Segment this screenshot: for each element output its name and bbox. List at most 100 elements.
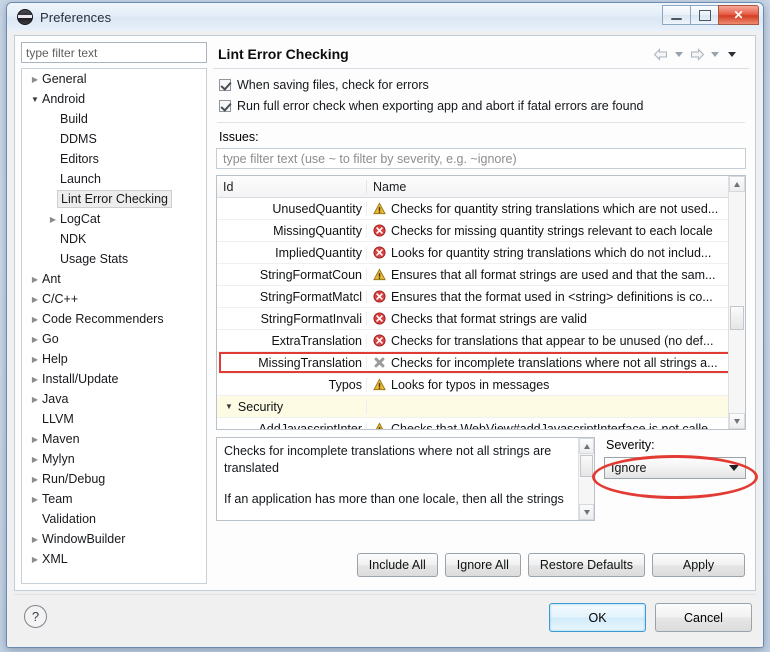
scroll-up-button[interactable] [729,176,745,192]
minimize-button[interactable] [662,5,691,25]
sidebar-item-c-c[interactable]: ▶ C/C++ [22,289,206,309]
chevron-right-icon[interactable]: ▶ [28,335,42,344]
description-scrollbar[interactable] [578,438,594,520]
maximize-button[interactable] [690,5,719,25]
chevron-right-icon[interactable]: ▶ [46,215,60,224]
sidebar-item-go[interactable]: ▶ Go [22,329,206,349]
table-row[interactable]: MissingTranslation Checks for incomplete … [217,352,745,374]
checkbox-save-label: When saving files, check for errors [237,77,429,92]
description-scrollbar-thumb[interactable] [580,455,593,477]
table-row[interactable]: StringFormatInvali Checks that format str… [217,308,745,330]
sidebar-item-team[interactable]: ▶ Team [22,489,206,509]
sidebar-item-validation[interactable]: Validation [22,509,206,529]
issue-id: StringFormatCoun [259,267,362,282]
table-row[interactable]: ExtraTranslation Checks for translations … [217,330,745,352]
sidebar-filter-input[interactable]: type filter text [21,42,207,63]
checkbox-row-save[interactable]: When saving files, check for errors [213,74,749,95]
apply-button[interactable]: Apply [652,553,745,577]
severity-value: Ignore [611,461,647,475]
preferences-icon [17,9,33,25]
chevron-right-icon[interactable]: ▶ [28,395,42,404]
chevron-right-icon[interactable]: ▶ [28,535,42,544]
forward-arrow-icon[interactable] [689,47,705,61]
issues-filter-input[interactable]: type filter text (use ~ to filter by sev… [216,148,746,169]
view-menu-icon[interactable] [728,51,736,57]
table-row[interactable]: StringFormatCoun Ensures that all format … [217,264,745,286]
sidebar-item-ddms[interactable]: DDMS [22,129,206,149]
chevron-right-icon[interactable]: ▶ [28,495,42,504]
table-row[interactable]: StringFormatMatcl Ensures that the format… [217,286,745,308]
cancel-button[interactable]: Cancel [655,603,752,632]
issue-id: MissingTranslation [258,355,362,370]
chevron-right-icon[interactable]: ▶ [28,375,42,384]
sidebar-item-editors[interactable]: Editors [22,149,206,169]
chevron-right-icon[interactable]: ▶ [28,315,42,324]
table-row[interactable]: AddJavascriptInter Checks that WebView#ad… [217,418,745,430]
issues-table[interactable]: Id Name UnusedQuantity Checks for quantit… [216,175,746,430]
chevron-right-icon[interactable]: ▶ [28,435,42,444]
chevron-down-icon[interactable]: ▼ [28,95,42,104]
sidebar-item-label: DDMS [60,132,97,146]
table-row[interactable]: UnusedQuantity Checks for quantity string… [217,198,745,220]
ok-button[interactable]: OK [549,603,646,632]
table-header: Id Name [217,176,745,198]
sidebar-item-windowbuilder[interactable]: ▶ WindowBuilder [22,529,206,549]
sidebar-item-build[interactable]: Build [22,109,206,129]
forward-dropdown-caret-icon[interactable] [711,51,719,57]
chevron-right-icon[interactable]: ▶ [28,355,42,364]
sidebar-item-mylyn[interactable]: ▶ Mylyn [22,449,206,469]
sidebar-item-ndk[interactable]: NDK [22,229,206,249]
table-row[interactable]: MissingQuantity Checks for missing quanti… [217,220,745,242]
table-row[interactable]: Typos Looks for typos in messages [217,374,745,396]
chevron-right-icon[interactable]: ▶ [28,75,42,84]
chevron-right-icon[interactable]: ▶ [28,475,42,484]
column-header-id[interactable]: Id [217,179,367,194]
sidebar-item-run-debug[interactable]: ▶ Run/Debug [22,469,206,489]
checkbox-save-check-icon[interactable] [219,78,231,91]
issue-name: Checks that format strings are valid [391,311,587,326]
issue-name: Checks that WebView#addJavascriptInterfa… [391,421,719,430]
chevron-right-icon[interactable]: ▶ [28,455,42,464]
sidebar-item-label: Build [60,112,88,126]
sidebar-item-android[interactable]: ▼ Android [22,89,206,109]
checkbox-export-label: Run full error check when exporting app … [237,98,644,113]
chevron-right-icon[interactable]: ▶ [28,555,42,564]
ignore-all-button[interactable]: Ignore All [444,553,521,577]
sidebar-item-usage-stats[interactable]: Usage Stats [22,249,206,269]
panel-header: Lint Error Checking [213,40,749,69]
chevron-right-icon[interactable]: ▶ [28,275,42,284]
sidebar-item-ant[interactable]: ▶ Ant [22,269,206,289]
column-header-name[interactable]: Name [367,180,745,194]
sidebar-item-install-update[interactable]: ▶ Install/Update [22,369,206,389]
sidebar-item-help[interactable]: ▶ Help [22,349,206,369]
checkbox-row-export[interactable]: Run full error check when exporting app … [213,95,749,116]
sidebar-item-code-recommenders[interactable]: ▶ Code Recommenders [22,309,206,329]
chevron-right-icon[interactable]: ▶ [28,295,42,304]
warning-icon [373,378,386,391]
back-dropdown-caret-icon[interactable] [675,51,683,57]
sidebar-item-java[interactable]: ▶ Java [22,389,206,409]
severity-dropdown[interactable]: Ignore [604,457,746,479]
checkbox-export-check-icon[interactable] [219,99,231,112]
table-row[interactable]: ImpliedQuantity Looks for quantity string… [217,242,745,264]
table-scrollbar[interactable] [728,176,745,429]
sidebar-item-logcat[interactable]: ▶ LogCat [22,209,206,229]
table-category-row[interactable]: ▼ Security [217,396,745,418]
scrollbar-thumb[interactable] [730,306,744,330]
include-all-button[interactable]: Include All [356,553,438,577]
scroll-down-button[interactable] [729,413,745,429]
chevron-down-icon[interactable]: ▼ [225,402,233,411]
sidebar-item-llvm[interactable]: LLVM [22,409,206,429]
description-scroll-up-button[interactable] [579,438,594,454]
sidebar-item-general[interactable]: ▶ General [22,69,206,89]
sidebar-item-maven[interactable]: ▶ Maven [22,429,206,449]
sidebar-item-lint-error-checking[interactable]: Lint Error Checking [22,189,206,209]
sidebar-item-launch[interactable]: Launch [22,169,206,189]
sidebar-item-xml[interactable]: ▶ XML [22,549,206,569]
close-button[interactable]: ✕ [718,5,759,25]
description-scroll-down-button[interactable] [579,504,594,520]
back-arrow-icon[interactable] [653,47,669,61]
help-icon[interactable]: ? [24,605,47,628]
preferences-tree[interactable]: ▶ General ▼ Android Build DDMS Editors Laun… [21,68,207,584]
restore-defaults-button[interactable]: Restore Defaults [527,553,645,577]
